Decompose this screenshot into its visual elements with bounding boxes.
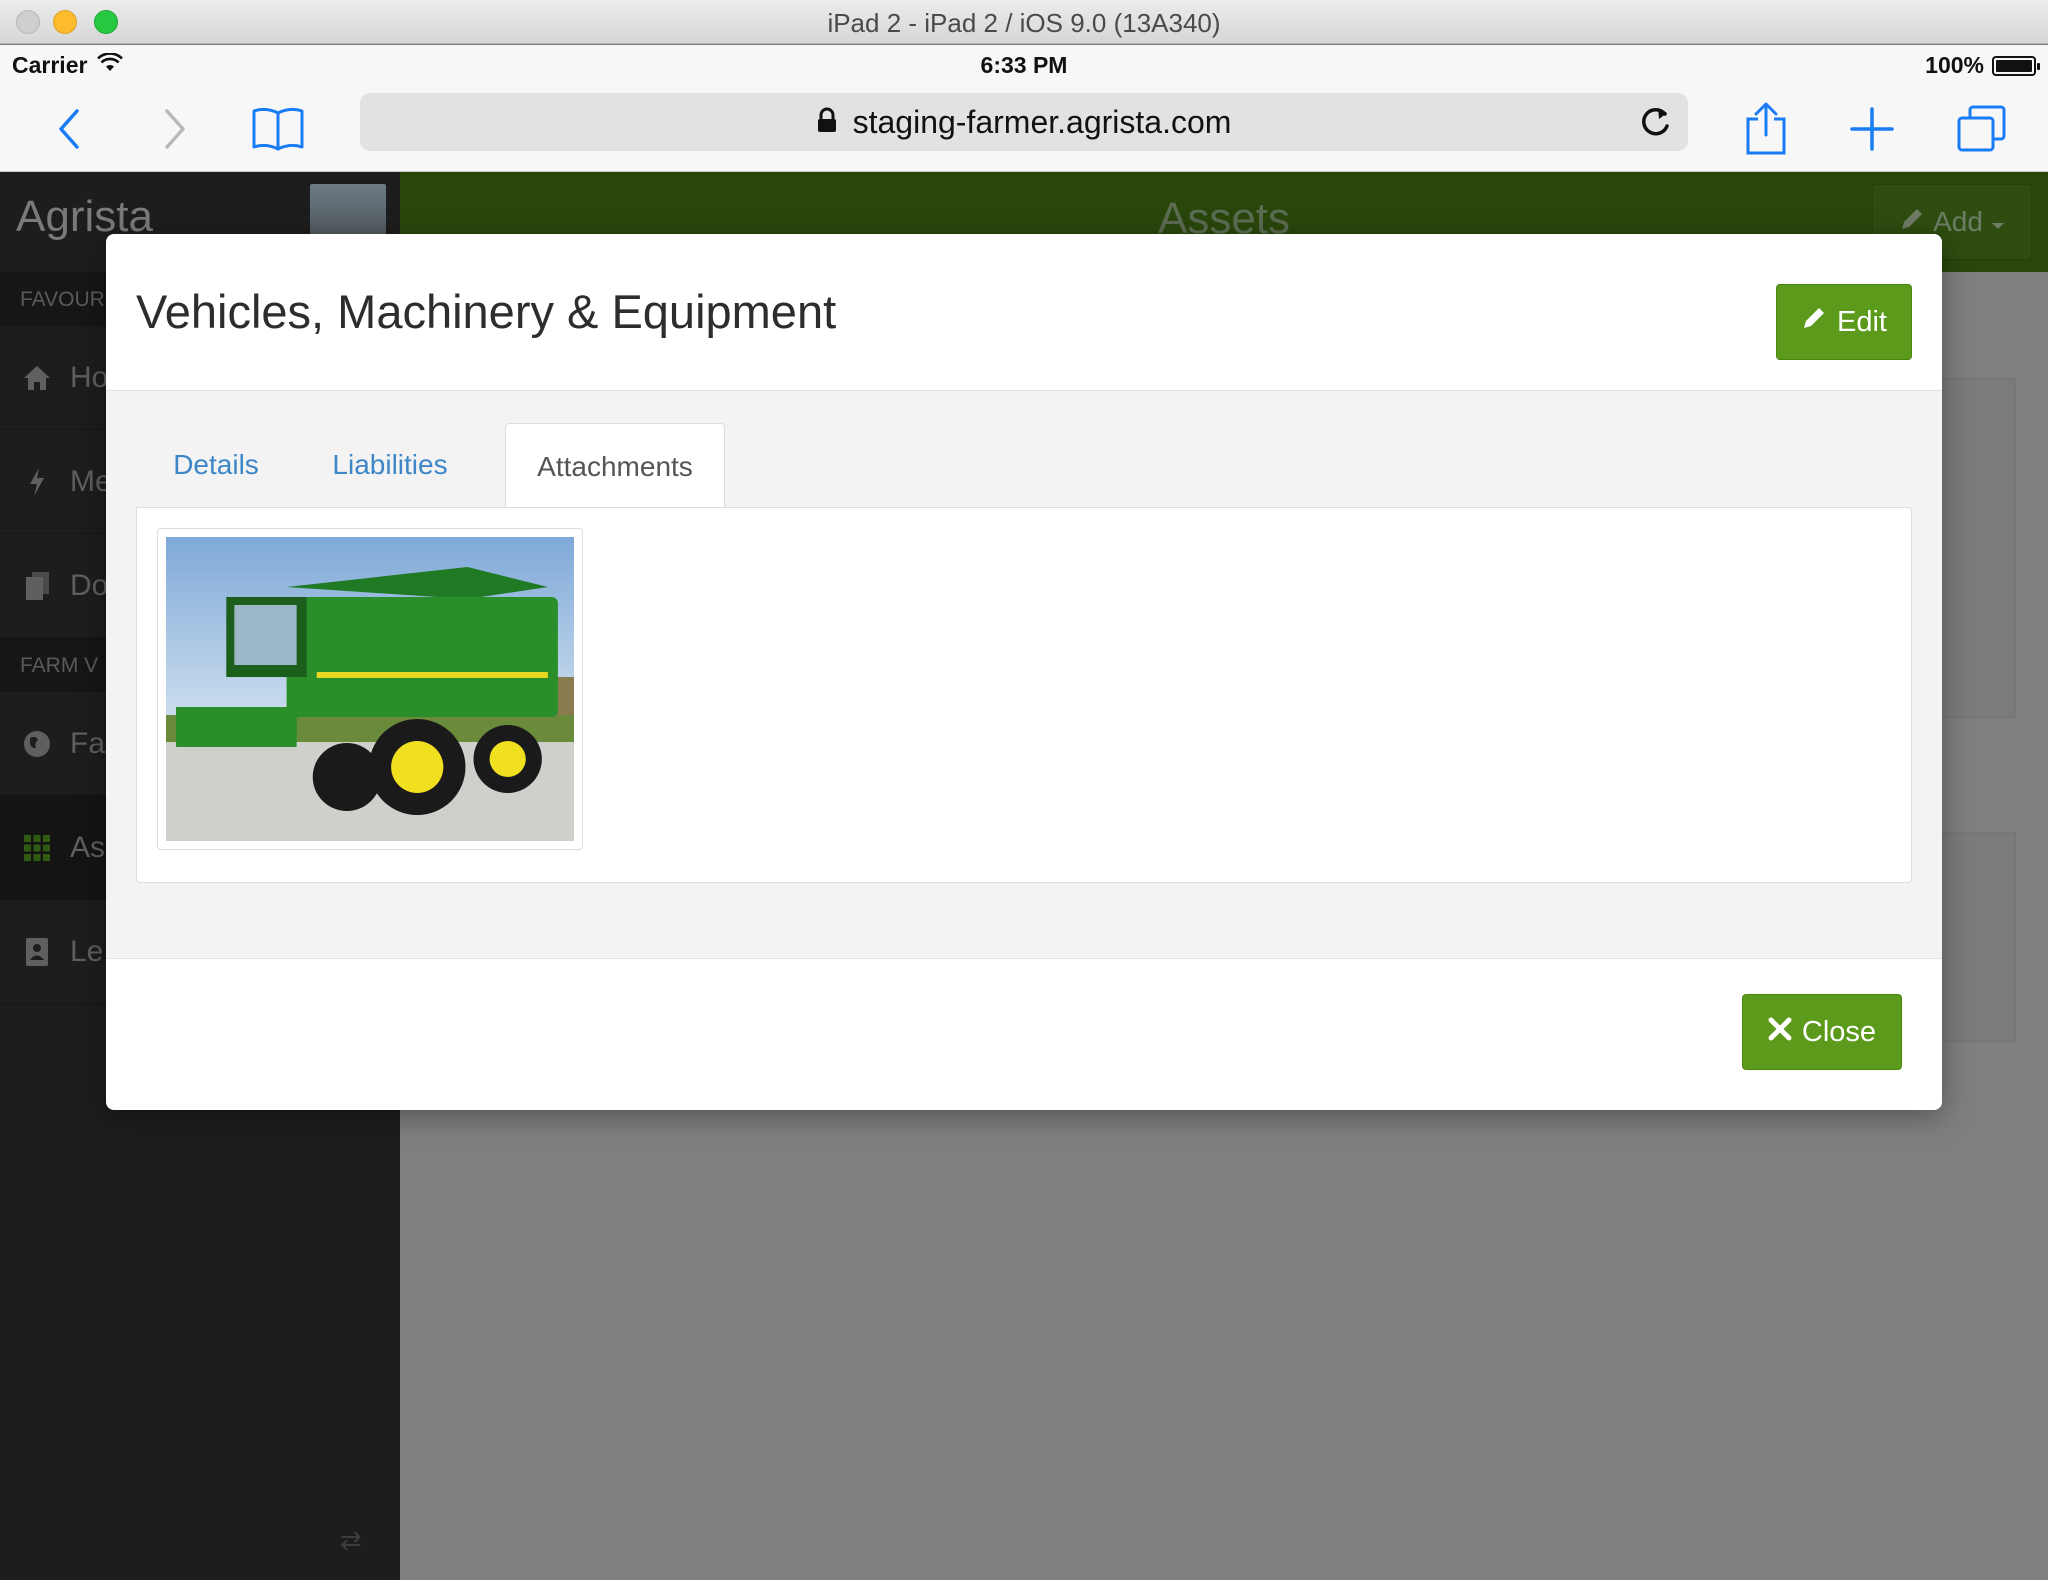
- asset-modal: Vehicles, Machinery & Equipment Edit Det…: [106, 234, 1942, 1110]
- globe-icon: [22, 729, 52, 759]
- sidebar-item-label: Ho: [70, 360, 109, 394]
- close-button[interactable]: Close: [1742, 994, 1902, 1070]
- tabs-button[interactable]: [1952, 99, 2012, 159]
- sidebar-item-label: Do: [70, 568, 109, 602]
- lock-icon: [817, 104, 837, 141]
- simulator-titlebar: iPad 2 - iPad 2 / iOS 9.0 (13A340): [0, 0, 2048, 44]
- home-icon: [22, 363, 52, 393]
- close-icon: [1768, 1016, 1792, 1049]
- modal-body: Details Liabilities Attachments: [106, 391, 1942, 959]
- reload-icon[interactable]: [1638, 104, 1672, 148]
- attachment-thumbnail[interactable]: [157, 528, 583, 850]
- address-bar[interactable]: staging-farmer.agrista.com: [360, 93, 1688, 151]
- bolt-icon: [22, 467, 52, 497]
- sidebar-item-label: Le: [70, 934, 104, 968]
- edit-button-label: Edit: [1837, 305, 1887, 338]
- caret-down-icon: [1991, 206, 2005, 238]
- grid-icon: [22, 833, 52, 863]
- combine-harvester-image: [166, 537, 574, 841]
- battery-level: [1996, 59, 2032, 72]
- book-icon: [252, 107, 304, 151]
- attachments-panel: [136, 507, 1912, 883]
- ios-status-bar: Carrier 6:33 PM 100%: [0, 45, 2048, 85]
- tab-attachments[interactable]: Attachments: [505, 423, 725, 509]
- safari-toolbar: staging-farmer.agrista.com: [0, 85, 2048, 172]
- sidebar-item-label: Fa: [70, 726, 106, 760]
- back-button[interactable]: [40, 99, 100, 159]
- contacts-icon: [22, 937, 52, 967]
- modal-title: Vehicles, Machinery & Equipment: [136, 285, 837, 338]
- share-icon: [1746, 102, 1786, 155]
- plus-icon: [1850, 107, 1894, 151]
- chevron-right-icon: [165, 109, 185, 149]
- sidebar-item-label: As: [70, 830, 106, 864]
- battery-percent: 100%: [1925, 52, 1984, 78]
- bookmarks-button[interactable]: [248, 99, 308, 159]
- documents-icon: [22, 571, 52, 601]
- tab-details[interactable]: Details: [136, 423, 296, 507]
- share-button[interactable]: [1736, 99, 1796, 159]
- new-tab-button[interactable]: [1842, 99, 1902, 159]
- simulator-title: iPad 2 - iPad 2 / iOS 9.0 (13A340): [827, 8, 1221, 38]
- edit-button[interactable]: Edit: [1776, 284, 1912, 360]
- chevron-left-icon: [59, 109, 79, 149]
- modal-header: Vehicles, Machinery & Equipment Edit: [106, 234, 1942, 391]
- status-time: 6:33 PM: [980, 52, 1068, 78]
- url-text: staging-farmer.agrista.com: [852, 103, 1232, 140]
- battery-icon: [1992, 55, 2040, 76]
- pencil-icon: [1801, 305, 1827, 339]
- swap-icon[interactable]: ⇄: [340, 1525, 362, 1556]
- forward-button[interactable]: [144, 99, 204, 159]
- close-button-label: Close: [1801, 1015, 1877, 1048]
- battery-info: 100%: [1925, 52, 2040, 79]
- tabs-overview-icon: [1957, 105, 2006, 152]
- tab-liabilities[interactable]: Liabilities: [306, 423, 474, 507]
